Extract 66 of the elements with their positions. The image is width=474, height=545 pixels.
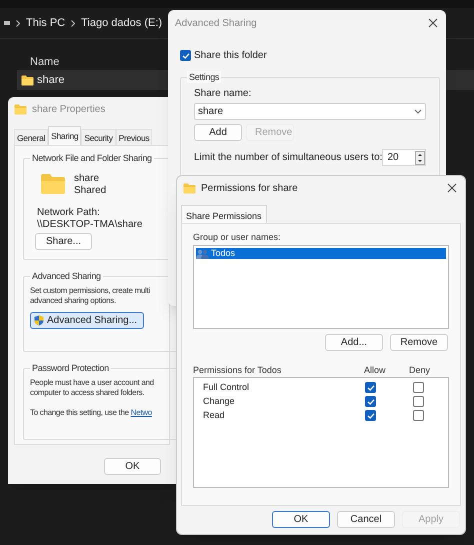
deny-checkbox[interactable] (413, 396, 424, 407)
allow-checkbox[interactable] (365, 396, 376, 407)
window-title: Permissions for share (201, 182, 298, 196)
share-status: Shared (74, 185, 106, 197)
dialog-button[interactable]: OK (104, 458, 161, 475)
dialog-button[interactable]: Add (194, 124, 242, 141)
permission-name: Read (203, 408, 226, 422)
column-header: Deny (409, 365, 430, 376)
deny-checkbox[interactable] (413, 410, 424, 421)
limit-label: Limit the number of simultaneous users to: (194, 151, 382, 165)
advanced-sharing-button[interactable]: Advanced Sharing... (30, 312, 144, 329)
tab[interactable]: Sharing (48, 126, 82, 145)
checkbox-label: Share this folder (194, 49, 267, 63)
field-label: Share name: (194, 88, 252, 100)
permission-name: Full Control (203, 380, 250, 394)
share-name-combobox[interactable]: share (194, 103, 426, 120)
folder-icon (14, 104, 27, 114)
field-label: Group or user names: (193, 232, 282, 243)
column-header: Allow (364, 365, 387, 376)
dialog-button[interactable]: Cancel (337, 511, 395, 528)
dialog-button[interactable]: Share... (35, 233, 92, 250)
folder-icon (21, 74, 34, 86)
folder-name: share (74, 173, 100, 185)
dialog-button[interactable]: Add... (325, 334, 383, 351)
tab[interactable]: Security (81, 129, 116, 145)
deny-checkbox[interactable] (413, 382, 424, 393)
tab[interactable]: Previous (116, 129, 152, 145)
window-title: share Properties (32, 102, 106, 116)
folder-icon (40, 173, 66, 195)
column-header[interactable]: Name (30, 56, 60, 68)
group-title: Password Protection (30, 362, 111, 374)
description-text: Set custom permissions, create multi advanced sharing options. (30, 286, 151, 306)
allow-checkbox[interactable] (365, 382, 376, 393)
folder-icon (183, 182, 196, 194)
chevron-icon (16, 20, 20, 26)
shield-icon (34, 315, 44, 326)
breadcrumb-item[interactable]: This PC (26, 14, 66, 32)
share-checkbox[interactable] (180, 50, 191, 61)
group-title: Advanced Sharing (30, 270, 103, 282)
close-icon[interactable] (428, 18, 438, 28)
file-name: share (37, 72, 65, 88)
chevron-icon (71, 20, 76, 26)
permission-name: Change (203, 394, 236, 408)
group-title: Network File and Folder Sharing (30, 152, 154, 164)
settings-note: To change this setting, use the Netwo (30, 408, 153, 418)
tab[interactable]: General (14, 129, 48, 145)
description-text: People must have a user account and computer to access shared folders. (30, 378, 155, 398)
chevron-down-icon (414, 109, 422, 114)
breadcrumb-item[interactable]: Tiago dados (E:) (81, 14, 162, 32)
tab[interactable]: Share Permissions (181, 205, 267, 223)
spin-arrows-icon (415, 150, 425, 164)
dialog-button[interactable]: OK (272, 511, 330, 528)
network-link[interactable]: Netwo (130, 408, 152, 417)
window-title: Advanced Sharing (175, 16, 257, 30)
network-path: \\DESKTOP-TMA\share (37, 219, 144, 231)
user-item[interactable]: Todos (196, 248, 446, 259)
drive-icon (4, 21, 10, 25)
close-icon[interactable] (447, 183, 457, 193)
allow-checkbox[interactable] (365, 410, 376, 421)
users-icon (196, 248, 209, 258)
network-path-label: Network Path: (37, 207, 101, 219)
user-name: Todos (211, 246, 236, 260)
dialog-button[interactable]: Remove (390, 334, 448, 351)
group-title: Settings (187, 71, 222, 83)
field-label: Permissions for Todos (193, 365, 282, 376)
users-spinner[interactable]: 20 (382, 149, 426, 166)
